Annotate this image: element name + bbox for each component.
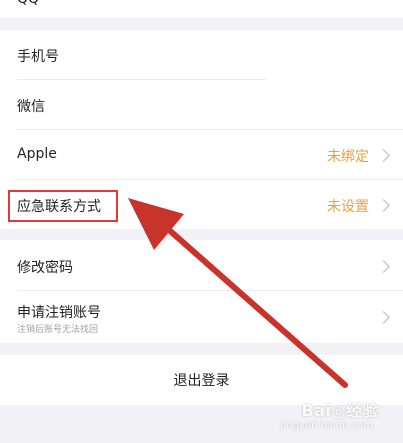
apple-row[interactable]: Apple 未绑定 [0, 130, 403, 180]
emergency-contact-status: 未设置 [327, 199, 369, 215]
chevron-right-icon [377, 260, 390, 273]
change-password-label: 修改密码 [17, 260, 73, 276]
logout-label: 退出登录 [173, 373, 230, 389]
watermark-url: jingyan.baidu.com [280, 420, 373, 431]
wechat-row[interactable]: 微信 [0, 80, 403, 130]
top-partial-group: QQ [0, 0, 403, 18]
wechat-label: 微信 [17, 99, 45, 115]
chevron-right-icon [377, 199, 390, 212]
chevron-right-icon [377, 311, 390, 324]
top-partial-label: QQ [17, 0, 39, 7]
delete-account-label: 申请注销账号 [17, 305, 101, 321]
apple-label: Apple [17, 146, 57, 162]
highlight-box [8, 190, 118, 222]
security-group: 修改密码 申请注销账号 注销后账号无法找回 [0, 240, 403, 343]
chevron-right-icon [377, 149, 390, 162]
phone-label: 手机号 [17, 49, 59, 65]
apple-status: 未绑定 [327, 149, 369, 165]
phone-row[interactable]: 手机号 [0, 30, 403, 80]
delete-account-row[interactable]: 申请注销账号 注销后账号无法找回 [0, 291, 403, 343]
change-password-row[interactable]: 修改密码 [0, 240, 403, 290]
watermark-logo: Bai◎经验 [301, 401, 379, 420]
delete-account-sublabel: 注销后账号无法找回 [17, 325, 99, 335]
